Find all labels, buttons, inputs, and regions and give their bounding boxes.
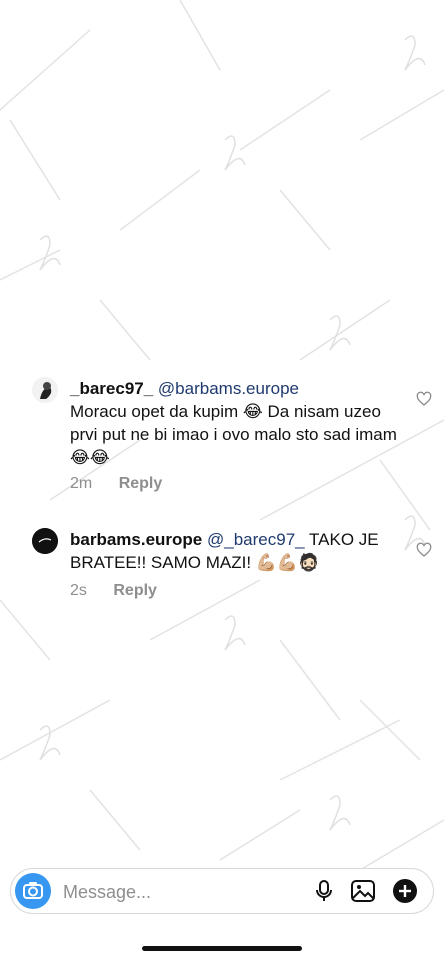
comment-time: 2s [70,582,87,599]
avatar-image [32,528,58,554]
comment-meta: 2s Reply [70,582,157,600]
camera-button[interactable] [15,873,51,909]
message-input[interactable] [61,877,295,907]
microphone-icon[interactable] [311,878,337,904]
comment-username[interactable]: _barec97_ [70,379,153,398]
heart-icon[interactable] [416,391,432,407]
camera-icon [23,882,43,899]
heart-icon[interactable] [416,542,432,558]
comment-text: _barec97_ @barbams.europe Moracu opet da… [70,377,398,469]
comment-username[interactable]: barbams.europe [70,530,202,549]
watermark-pattern [0,0,444,871]
avatar-image [32,377,58,403]
reply-button[interactable]: Reply [119,475,163,492]
gallery-icon[interactable] [350,878,376,904]
comment-mention[interactable]: @_barec97_ [207,530,305,549]
comment-time: 2m [70,475,93,492]
plus-icon[interactable] [392,878,418,904]
comment-body: Moracu opet da kupim 😂 Da nisam uzeo prv… [70,402,397,467]
comment-meta: 2m Reply [70,475,162,493]
comment-text: barbams.europe @_barec97_ TAKO JE BRATEE… [70,528,398,574]
comment-mention[interactable]: @barbams.europe [158,379,299,398]
reply-button[interactable]: Reply [113,582,157,599]
avatar[interactable] [32,528,58,554]
home-indicator [142,946,302,951]
message-composer [10,868,434,914]
avatar[interactable] [32,377,58,403]
